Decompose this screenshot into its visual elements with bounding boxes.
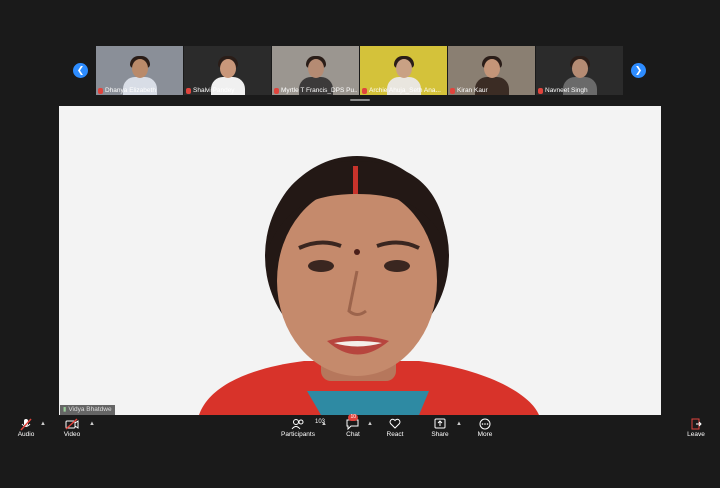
avatar-head bbox=[571, 59, 588, 78]
participant-name-label: Kiran Kaur bbox=[450, 87, 533, 94]
microphone-muted-icon bbox=[538, 87, 543, 94]
video-button[interactable]: Video bbox=[54, 417, 90, 438]
video-options-caret[interactable]: ▲ bbox=[89, 421, 95, 427]
participant-name-label: Dhanya Elizabeth bbox=[98, 87, 181, 94]
participant-name: Myrtle T Francis_DPS Pu... bbox=[281, 87, 357, 94]
more-button[interactable]: More bbox=[467, 417, 503, 438]
microphone-muted-icon bbox=[186, 87, 191, 94]
participants-icon: 103 bbox=[291, 417, 325, 431]
share-screen-icon bbox=[434, 417, 446, 431]
active-speaker-video bbox=[59, 106, 661, 415]
participant-name-label: Archie Ahuja_Seth Ana... bbox=[362, 87, 445, 94]
avatar-head bbox=[219, 59, 236, 78]
chat-unread-badge: 10 bbox=[348, 414, 358, 421]
chat-icon: 10 bbox=[346, 414, 360, 431]
microphone-muted-icon bbox=[450, 87, 455, 94]
video-camera-off-icon bbox=[65, 417, 79, 431]
participant-thumbnail[interactable]: Dhanya Elizabeth bbox=[96, 46, 184, 95]
avatar-head bbox=[131, 59, 148, 78]
chat-button[interactable]: 10 Chat bbox=[335, 414, 371, 438]
participant-thumbnail[interactable]: Shalvi Pandey bbox=[184, 46, 272, 95]
previous-page-button[interactable]: ❮ bbox=[73, 63, 88, 78]
participant-thumbnail[interactable]: Kiran Kaur bbox=[448, 46, 536, 95]
leave-button[interactable]: Leave bbox=[678, 417, 714, 438]
signal-icon: ▮ bbox=[63, 407, 67, 413]
chat-options-caret[interactable]: ▲ bbox=[367, 421, 373, 427]
microphone-muted-icon bbox=[362, 87, 367, 94]
react-button[interactable]: React bbox=[377, 417, 413, 438]
more-icon bbox=[479, 417, 491, 431]
participant-name-label: Myrtle T Francis_DPS Pu... bbox=[274, 87, 357, 94]
audio-options-caret[interactable]: ▲ bbox=[40, 421, 46, 427]
participant-name: Dhanya Elizabeth bbox=[105, 87, 156, 94]
microphone-muted-icon bbox=[98, 87, 103, 94]
speaker-image bbox=[59, 106, 661, 415]
microphone-muted-icon bbox=[274, 87, 279, 94]
participant-name-label: Shalvi Pandey bbox=[186, 87, 269, 94]
participant-name: Navneet Singh bbox=[545, 87, 588, 94]
heart-icon bbox=[389, 417, 401, 431]
speaker-name-label: ▮ Vidya Bhatdwe bbox=[60, 405, 115, 415]
participant-name: Archie Ahuja_Seth Ana... bbox=[369, 87, 441, 94]
participant-name: Shalvi Pandey bbox=[193, 87, 235, 94]
meeting-toolbar: Audio ▲ Video ▲ 103 Participants ▲ 10 Ch… bbox=[0, 414, 720, 443]
participant-thumbnail[interactable]: Navneet Singh bbox=[536, 46, 624, 95]
share-button[interactable]: Share bbox=[422, 417, 458, 438]
next-page-button[interactable]: ❯ bbox=[631, 63, 646, 78]
leave-icon bbox=[690, 417, 702, 431]
microphone-muted-icon bbox=[20, 417, 32, 431]
avatar-head bbox=[395, 59, 412, 78]
participant-thumbnail[interactable]: Myrtle T Francis_DPS Pu... bbox=[272, 46, 360, 95]
avatar-head bbox=[307, 59, 324, 78]
audio-button[interactable]: Audio bbox=[8, 417, 44, 438]
share-options-caret[interactable]: ▲ bbox=[456, 421, 462, 427]
chevron-right-icon: ❯ bbox=[634, 65, 643, 75]
participant-name-label: Navneet Singh bbox=[538, 87, 621, 94]
resize-handle[interactable] bbox=[350, 99, 370, 101]
participant-thumbnail[interactable]: Archie Ahuja_Seth Ana... bbox=[360, 46, 448, 95]
chevron-left-icon: ❮ bbox=[76, 65, 85, 75]
participants-button[interactable]: 103 Participants bbox=[280, 417, 325, 438]
avatar-head bbox=[483, 59, 500, 78]
participants-options-caret[interactable]: ▲ bbox=[321, 421, 327, 427]
participants-strip: Dhanya Elizabeth Shalvi Pandey Myrtle T … bbox=[96, 46, 624, 95]
participant-name: Kiran Kaur bbox=[457, 87, 488, 94]
